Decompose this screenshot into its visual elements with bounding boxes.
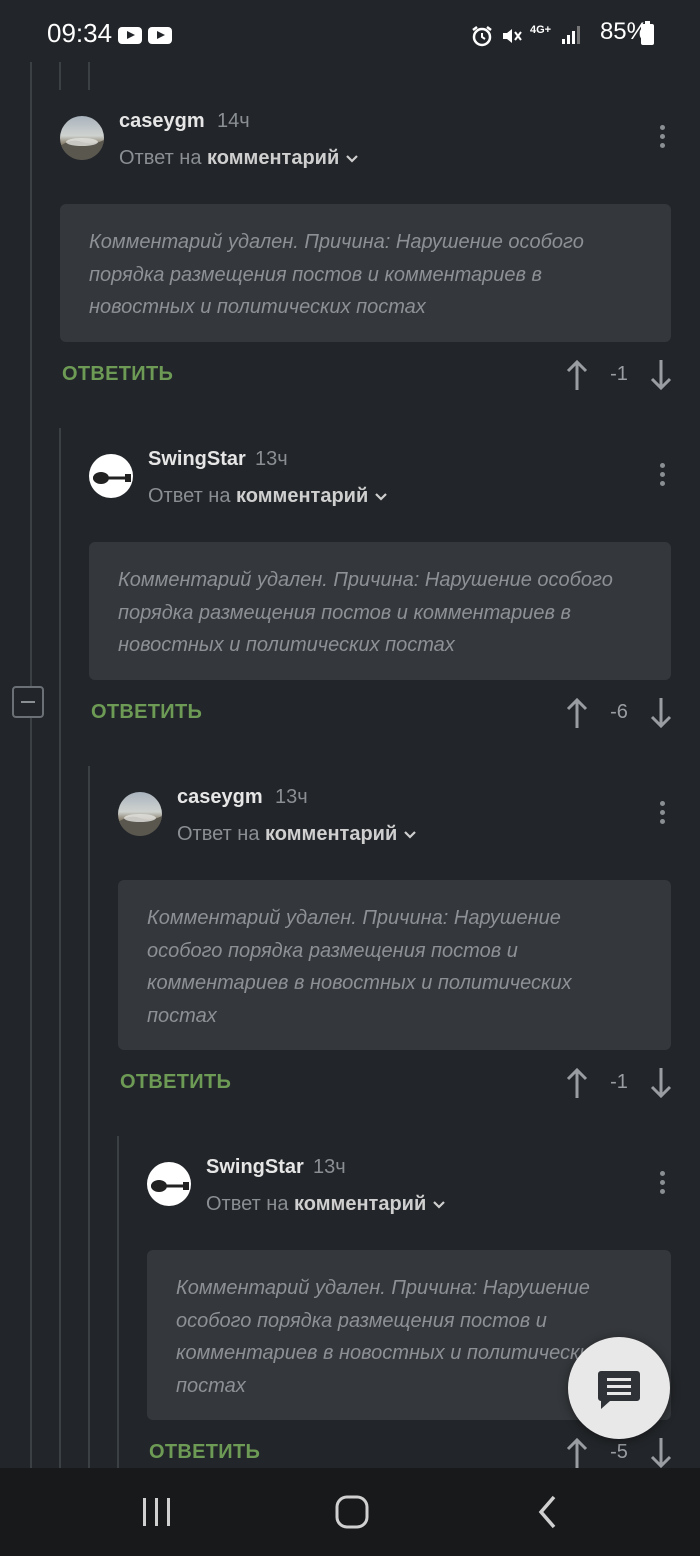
youtube-icon — [148, 27, 172, 44]
comment-time: 13ч — [275, 786, 308, 808]
username[interactable]: SwingStar — [148, 448, 246, 471]
downvote-icon[interactable] — [649, 1436, 672, 1468]
system-nav-bar — [0, 1468, 700, 1556]
signal-icon — [562, 26, 580, 44]
more-options-icon[interactable] — [652, 799, 672, 829]
alarm-icon — [472, 26, 492, 47]
upvote-icon[interactable] — [565, 696, 589, 730]
comment-icon — [598, 1371, 640, 1409]
thread-line — [30, 62, 32, 1468]
comment: caseygm 14ч Ответ на комментарий Коммент… — [60, 90, 672, 400]
reply-to[interactable]: Ответ на комментарий — [206, 1193, 446, 1216]
comment-time: 14ч — [217, 110, 250, 132]
username[interactable]: caseygm — [177, 786, 263, 809]
reply-to-prefix: Ответ на — [119, 147, 202, 169]
chevron-down-icon — [346, 155, 358, 163]
comment-score: -1 — [610, 1071, 628, 1093]
reply-button[interactable]: ОТВЕТИТЬ — [120, 1071, 231, 1094]
comment-score: -5 — [610, 1441, 628, 1463]
reply-to[interactable]: Ответ на комментарий — [119, 147, 359, 170]
avatar[interactable] — [147, 1162, 191, 1206]
avatar[interactable] — [118, 792, 162, 836]
comment-time: 13ч — [255, 448, 288, 470]
comment: SwingStar 13ч Ответ на комментарий Комме… — [89, 428, 672, 738]
reply-to-target: комментарий — [236, 485, 369, 507]
thread-line — [59, 428, 61, 1468]
reply-to-target: комментарий — [265, 823, 398, 845]
youtube-icon — [118, 27, 142, 44]
reply-to-prefix: Ответ на — [148, 485, 231, 507]
status-bar: 09:34 4G+ 85% — [0, 0, 700, 66]
reply-to-target: комментарий — [207, 147, 340, 169]
comment-body: Комментарий удален. Причина: Нарушение о… — [118, 880, 671, 1050]
more-options-icon[interactable] — [652, 123, 672, 153]
downvote-icon[interactable] — [649, 358, 673, 392]
thread-line — [117, 1136, 119, 1468]
upvote-icon[interactable] — [565, 358, 589, 392]
network-type: 4G+ — [530, 24, 552, 36]
collapse-thread-button[interactable] — [12, 686, 44, 718]
reply-to-prefix: Ответ на — [177, 823, 260, 845]
comment: caseygm 13ч Ответ на комментарий Коммент… — [118, 766, 672, 1106]
reply-button[interactable]: ОТВЕТИТЬ — [91, 701, 202, 724]
thread-line — [88, 766, 90, 1468]
battery-icon — [641, 21, 654, 45]
reply-button[interactable]: ОТВЕТИТЬ — [62, 363, 173, 386]
recent-apps-icon[interactable] — [140, 1496, 174, 1528]
comment-body: Комментарий удален. Причина: Нарушение о… — [60, 204, 671, 342]
comment-time: 13ч — [313, 1156, 346, 1178]
more-options-icon[interactable] — [652, 461, 672, 491]
chevron-down-icon — [375, 493, 387, 501]
home-icon[interactable] — [334, 1494, 370, 1530]
reply-to-prefix: Ответ на — [206, 1193, 289, 1215]
status-time: 09:34 — [47, 18, 113, 48]
reply-to[interactable]: Ответ на комментарий — [177, 823, 417, 846]
back-icon[interactable] — [536, 1494, 560, 1530]
chevron-down-icon — [433, 1201, 445, 1209]
username[interactable]: SwingStar — [206, 1156, 304, 1179]
comment-score: -1 — [610, 363, 628, 385]
downvote-icon[interactable] — [649, 696, 673, 730]
chevron-down-icon — [404, 831, 416, 839]
avatar[interactable] — [89, 454, 133, 498]
mute-icon — [503, 29, 522, 43]
reply-to[interactable]: Ответ на комментарий — [148, 485, 388, 508]
write-comment-button[interactable] — [568, 1337, 670, 1439]
reply-button[interactable]: ОТВЕТИТЬ — [149, 1441, 260, 1464]
upvote-icon[interactable] — [565, 1436, 589, 1468]
comment-score: -6 — [610, 701, 628, 723]
more-options-icon[interactable] — [652, 1169, 672, 1199]
reply-to-target: комментарий — [294, 1193, 427, 1215]
upvote-icon[interactable] — [565, 1066, 589, 1100]
thread-line — [59, 62, 61, 90]
comment-body: Комментарий удален. Причина: Нарушение о… — [89, 542, 671, 680]
thread-line — [88, 62, 90, 90]
username[interactable]: caseygm — [119, 110, 205, 133]
avatar[interactable] — [60, 116, 104, 160]
downvote-icon[interactable] — [649, 1066, 673, 1100]
